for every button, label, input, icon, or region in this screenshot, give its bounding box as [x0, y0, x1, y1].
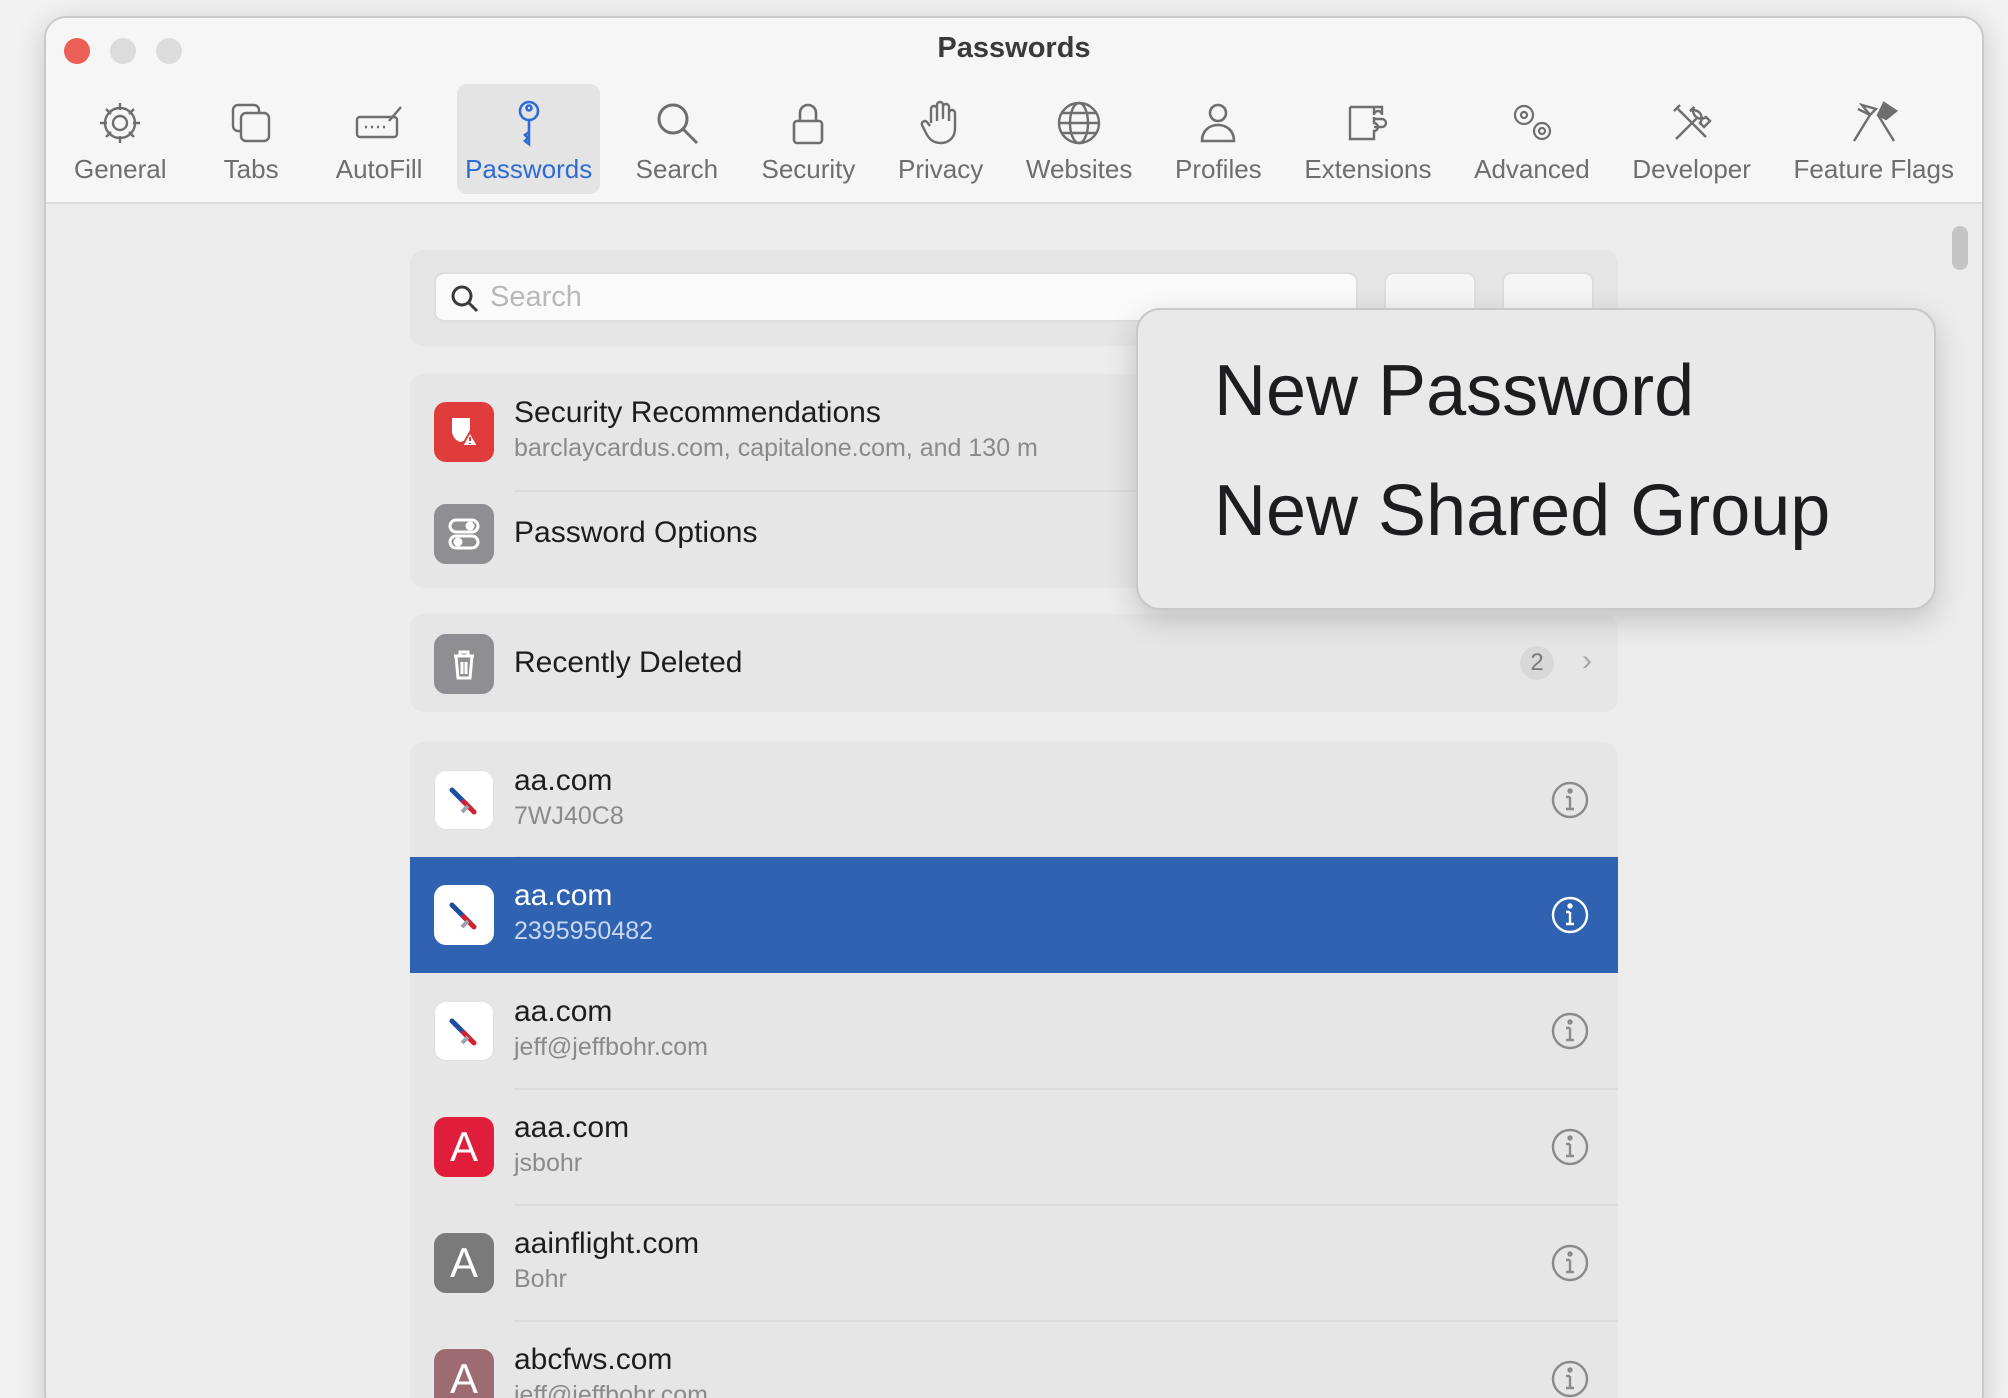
- tab-label: General: [74, 154, 167, 184]
- info-icon[interactable]: [1550, 895, 1590, 935]
- site-name: abcfws.com: [514, 1343, 673, 1376]
- american-airlines-icon: [434, 770, 494, 830]
- key-icon: [503, 94, 555, 152]
- site-name: aa.com: [514, 764, 613, 797]
- list-item[interactable]: aa.com 7WJ40C8: [410, 742, 1618, 858]
- site-name: aa.com: [514, 879, 613, 912]
- site-name: aaa.com: [514, 1111, 630, 1144]
- row-subtitle: barclaycardus.com, capitalone.com, and 1…: [514, 434, 1038, 462]
- tab-feature-flags[interactable]: Feature Flags: [1786, 84, 1962, 194]
- info-icon[interactable]: [1550, 1127, 1590, 1167]
- tab-extensions[interactable]: Extensions: [1296, 84, 1439, 194]
- recently-deleted-row[interactable]: Recently Deleted 2 ›: [410, 606, 1618, 722]
- toggles-icon: [434, 504, 494, 564]
- preferences-toolbar: General Tabs AutoFill Passwords Search S…: [66, 84, 1962, 194]
- title-bar: Passwords General Tabs AutoFill Password…: [46, 18, 1982, 204]
- list-item-selected[interactable]: aa.com 2395950482: [410, 857, 1618, 973]
- globe-icon: [1053, 94, 1105, 152]
- tab-search[interactable]: Search: [627, 84, 727, 194]
- tab-privacy[interactable]: Privacy: [890, 84, 991, 194]
- tab-label: Security: [761, 154, 856, 184]
- tab-label: Extensions: [1304, 154, 1432, 184]
- security-warning-icon: [434, 402, 494, 462]
- username: 7WJ40C8: [514, 802, 624, 830]
- tab-label: Tabs: [223, 154, 279, 184]
- american-airlines-icon: [434, 885, 494, 945]
- puzzle-icon: [1342, 94, 1394, 152]
- tab-advanced[interactable]: Advanced: [1466, 84, 1598, 194]
- tab-label: Developer: [1632, 154, 1751, 184]
- letter-a-icon: A: [434, 1117, 494, 1177]
- deleted-count-badge: 2: [1520, 646, 1554, 680]
- tab-security[interactable]: Security: [753, 84, 863, 194]
- trash-icon: [434, 634, 494, 694]
- tab-passwords[interactable]: Passwords: [457, 84, 601, 194]
- american-airlines-icon: [434, 1001, 494, 1061]
- tab-label: Privacy: [898, 154, 984, 184]
- tab-general[interactable]: General: [66, 84, 175, 194]
- tab-label: Profiles: [1174, 154, 1262, 184]
- chevron-right-icon: ›: [1582, 644, 1592, 677]
- username: jeff@jeffbohr.com: [514, 1381, 709, 1398]
- tabs-icon: [225, 94, 277, 152]
- tab-label: Feature Flags: [1793, 154, 1954, 184]
- tab-label: Search: [635, 154, 719, 184]
- tab-websites[interactable]: Websites: [1018, 84, 1140, 194]
- tab-tabs[interactable]: Tabs: [201, 84, 301, 194]
- window-title: Passwords: [937, 32, 1091, 64]
- site-name: aainflight.com: [514, 1227, 700, 1260]
- search-icon: [451, 285, 479, 313]
- username: jsbohr: [514, 1149, 583, 1177]
- new-password-menu-item[interactable]: New Password: [1214, 350, 1694, 432]
- tools-icon: [1666, 94, 1718, 152]
- username: Bohr: [514, 1265, 567, 1293]
- scrollbar-thumb[interactable]: [1952, 226, 1968, 270]
- add-menu-popover: New Password New Shared Group: [1136, 308, 1936, 610]
- tab-label: Advanced: [1474, 154, 1590, 184]
- tab-label: Passwords: [465, 154, 593, 184]
- gear-icon: [94, 94, 146, 152]
- tab-developer[interactable]: Developer: [1624, 84, 1759, 194]
- list-item[interactable]: A aainflight.com Bohr: [410, 1205, 1618, 1321]
- tab-label: Websites: [1025, 154, 1133, 184]
- username: 2395950482: [514, 917, 654, 945]
- username: jeff@jeffbohr.com: [514, 1033, 709, 1061]
- recently-deleted-group: Recently Deleted 2 ›: [410, 614, 1618, 712]
- lock-icon: [782, 94, 834, 152]
- password-list: aa.com 7WJ40C8 aa.com 2395950482 aa.com …: [410, 742, 1618, 1398]
- settings-window: Passwords General Tabs AutoFill Password…: [44, 16, 1984, 1398]
- letter-a-icon: A: [434, 1233, 494, 1293]
- tab-autofill[interactable]: AutoFill: [328, 84, 431, 194]
- hand-icon: [915, 94, 967, 152]
- tab-profiles[interactable]: Profiles: [1167, 84, 1270, 194]
- info-icon[interactable]: [1550, 780, 1590, 820]
- row-title: Recently Deleted: [514, 646, 743, 679]
- site-name: aa.com: [514, 995, 613, 1028]
- info-icon[interactable]: [1550, 1011, 1590, 1051]
- flags-icon: [1848, 94, 1900, 152]
- info-icon[interactable]: [1550, 1243, 1590, 1283]
- list-item[interactable]: A aaa.com jsbohr: [410, 1089, 1618, 1205]
- gears-icon: [1506, 94, 1558, 152]
- new-shared-group-menu-item[interactable]: New Shared Group: [1214, 470, 1830, 552]
- row-title: Security Recommendations: [514, 396, 881, 429]
- info-icon[interactable]: [1550, 1359, 1590, 1398]
- row-title: Password Options: [514, 516, 758, 549]
- search-placeholder: Search: [490, 280, 582, 313]
- tab-label: AutoFill: [335, 154, 423, 184]
- list-item[interactable]: aa.com jeff@jeffbohr.com: [410, 973, 1618, 1089]
- person-icon: [1192, 94, 1244, 152]
- letter-a-icon: A: [434, 1349, 494, 1398]
- list-item[interactable]: A abcfws.com jeff@jeffbohr.com: [410, 1321, 1618, 1398]
- autofill-icon: [353, 94, 405, 152]
- search-icon: [651, 94, 703, 152]
